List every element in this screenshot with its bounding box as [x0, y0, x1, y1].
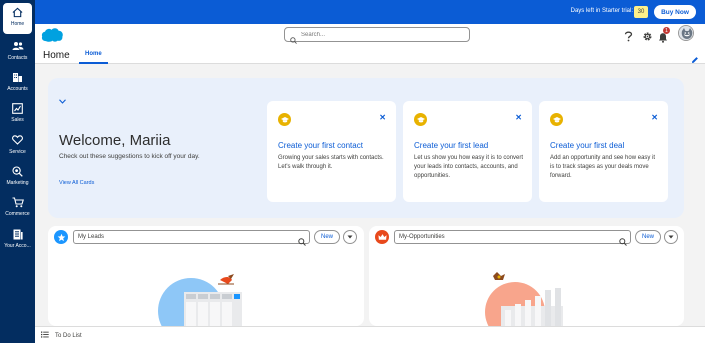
trial-text: Days left in Starter trial:	[570, 8, 633, 14]
new-lead-button[interactable]: New	[314, 230, 340, 244]
opportunities-menu-dropdown[interactable]	[664, 230, 678, 244]
notification-count-badge: 1	[663, 27, 670, 34]
suggestion-card-lead[interactable]: ✕ Create your first lead Let us show you…	[403, 101, 532, 202]
suggestion-card-contact[interactable]: ✕ Create your first contact Growing your…	[267, 101, 396, 202]
graduation-cap-icon	[550, 113, 563, 126]
nav-item-label: Home	[10, 21, 25, 27]
service-icon	[12, 134, 24, 146]
commerce-icon	[12, 196, 24, 208]
search-input[interactable]	[301, 30, 461, 40]
card-title[interactable]: Create your first lead	[414, 141, 488, 150]
marketing-icon	[12, 165, 24, 177]
welcome-panel: Welcome, Mariia Check out these suggesti…	[48, 78, 684, 218]
close-icon[interactable]: ✕	[515, 113, 522, 122]
nav-item-label: Marketing	[6, 180, 29, 186]
sales-icon	[12, 102, 24, 114]
nav-item-service[interactable]: Service	[0, 132, 35, 162]
nav-item-label: Service	[9, 149, 26, 155]
global-header: 1	[35, 24, 705, 46]
accounts-icon	[12, 71, 24, 83]
list-view-name: My Leads	[78, 234, 105, 240]
nav-item-label: Sales	[11, 117, 24, 123]
close-icon[interactable]: ✕	[651, 113, 658, 122]
opportunities-crown-icon	[375, 230, 389, 244]
opportunities-empty-illustration	[485, 272, 563, 326]
nav-item-your-account[interactable]: Your Acco...	[0, 226, 35, 256]
suggestion-card-deal[interactable]: ✕ Create your first deal Add an opportun…	[539, 101, 668, 202]
my-opportunities-card: My-Opportunities New	[369, 226, 684, 326]
edit-nav-pencil-icon[interactable]	[691, 51, 699, 69]
nav-item-label: Commerce	[5, 211, 30, 217]
view-all-cards-link[interactable]: View All Cards	[59, 180, 94, 186]
to-do-list-label: To Do List	[55, 332, 82, 339]
chevron-down-icon	[668, 235, 674, 239]
list-icon	[41, 331, 49, 340]
trial-days-badge: 30	[634, 6, 648, 18]
search-icon	[619, 233, 627, 251]
graduation-cap-icon	[278, 113, 291, 126]
list-view-name: My-Opportunities	[399, 234, 445, 240]
salesforce-logo[interactable]	[41, 27, 64, 47]
global-search[interactable]	[284, 27, 470, 44]
nav-item-label: Your Acco...	[4, 243, 31, 249]
buy-now-button[interactable]: Buy Now	[654, 5, 696, 19]
nav-item-commerce[interactable]: Commerce	[0, 194, 35, 224]
to-do-list-button[interactable]: To Do List	[41, 329, 82, 342]
trial-banner: Days left in Starter trial: 30 Buy Now	[35, 0, 705, 24]
nav-item-accounts[interactable]: Accounts	[0, 69, 35, 99]
collapse-chevron-icon[interactable]	[59, 91, 66, 109]
app-name: Home	[43, 50, 70, 61]
graduation-cap-icon	[414, 113, 427, 126]
utility-bar: To Do List	[35, 326, 705, 343]
settings-gear-icon[interactable]	[642, 29, 653, 47]
my-leads-card: My Leads New	[48, 226, 364, 326]
opportunities-list-view-select[interactable]: My-Opportunities	[394, 230, 631, 246]
leads-star-icon	[54, 230, 68, 244]
chevron-down-icon	[347, 235, 353, 239]
leads-list-view-select[interactable]: My Leads	[73, 230, 310, 246]
user-avatar[interactable]	[678, 25, 694, 41]
tab-home[interactable]: Home	[79, 46, 108, 64]
leads-menu-dropdown[interactable]	[343, 230, 357, 244]
your-account-icon	[12, 228, 24, 240]
nav-item-label: Accounts	[7, 86, 28, 92]
nav-item-home[interactable]: Home	[3, 3, 32, 34]
card-body: Growing your sales starts with contacts.…	[278, 155, 384, 170]
card-title[interactable]: Create your first deal	[550, 141, 624, 150]
help-icon[interactable]	[624, 29, 633, 47]
leads-empty-illustration	[158, 274, 242, 326]
close-icon[interactable]: ✕	[379, 113, 386, 122]
new-opportunity-button[interactable]: New	[635, 230, 661, 244]
card-body: Let us show you how easy it is to conver…	[414, 155, 524, 179]
app-tab-bar: Home Home	[35, 46, 705, 64]
welcome-title: Welcome, Mariia	[59, 132, 171, 149]
card-title[interactable]: Create your first contact	[278, 141, 363, 150]
home-icon	[12, 6, 24, 18]
search-icon	[298, 233, 306, 251]
contacts-icon	[12, 40, 24, 52]
nav-item-sales[interactable]: Sales	[0, 100, 35, 130]
card-body: Add an opportunity and see how easy it i…	[550, 155, 656, 179]
nav-item-marketing[interactable]: Marketing	[0, 163, 35, 193]
app-nav-rail: Home Contacts Accounts Sales Service Mar…	[0, 0, 35, 343]
welcome-subtitle: Check out these suggestions to kick off …	[59, 153, 200, 160]
nav-item-contacts[interactable]: Contacts	[0, 38, 35, 68]
nav-item-label: Contacts	[7, 55, 28, 61]
